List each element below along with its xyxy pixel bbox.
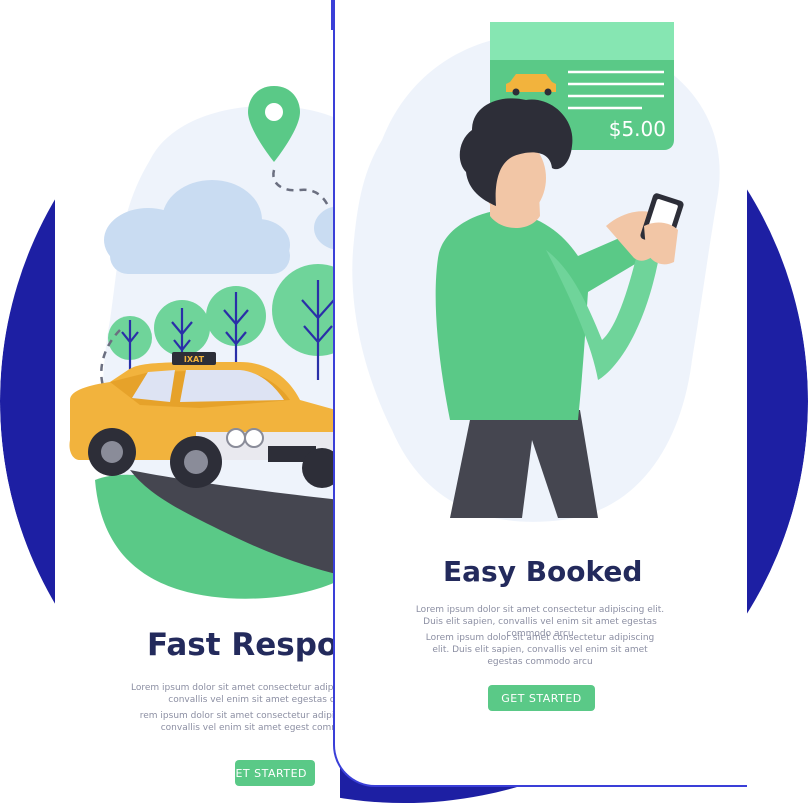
receipt-price: $5.00 bbox=[609, 117, 666, 141]
onboarding-screen-fast-response: IXAT Fast Respon Lorem ipsum dolor sit a… bbox=[55, 0, 340, 803]
description-paragraph: Lorem ipsum dolor sit amet consectetur a… bbox=[425, 633, 655, 667]
description-paragraph: Lorem ipsum dolor sit amet consectetur a… bbox=[131, 683, 340, 705]
taxi-sign-text: IXAT bbox=[184, 355, 205, 364]
showcase-canvas: IXAT Fast Respon Lorem ipsum dolor sit a… bbox=[0, 0, 808, 803]
screen-title: Easy Booked bbox=[443, 555, 643, 588]
description-paragraph: rem ipsum dolor sit amet consectetur adi… bbox=[139, 711, 340, 733]
get-started-button[interactable]: ET STARTED bbox=[235, 760, 315, 786]
onboarding-screen-easy-booked: $5.00 Easy Booked Lorem ipsum dolor sit … bbox=[333, 0, 747, 787]
get-started-button[interactable]: GET STARTED bbox=[488, 685, 595, 711]
screen-title: Fast Respon bbox=[147, 627, 340, 663]
